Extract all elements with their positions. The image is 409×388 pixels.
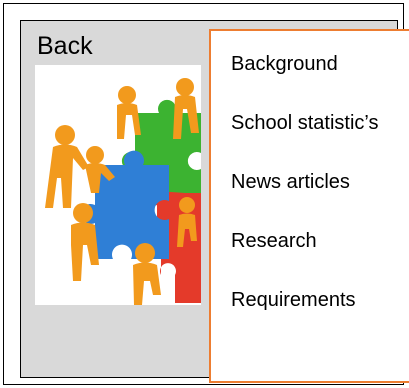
menu-item-research[interactable]: Research (231, 226, 401, 256)
menu-item-school-statistics[interactable]: School statistic’s (231, 108, 401, 138)
teamwork-puzzle-image (35, 65, 201, 305)
menu-item-background[interactable]: Background (231, 49, 401, 79)
teamwork-puzzle-illustration (45, 78, 201, 305)
content-panel: Back Background School statistic’s News … (20, 20, 409, 383)
menu-item-news-articles[interactable]: News articles (231, 167, 401, 197)
navigation-menu: Background School statistic’s News artic… (209, 29, 409, 383)
back-button[interactable]: Back (37, 31, 93, 61)
menu-item-requirements[interactable]: Requirements (231, 285, 401, 315)
outer-frame: Back Background School statistic’s News … (3, 3, 409, 385)
